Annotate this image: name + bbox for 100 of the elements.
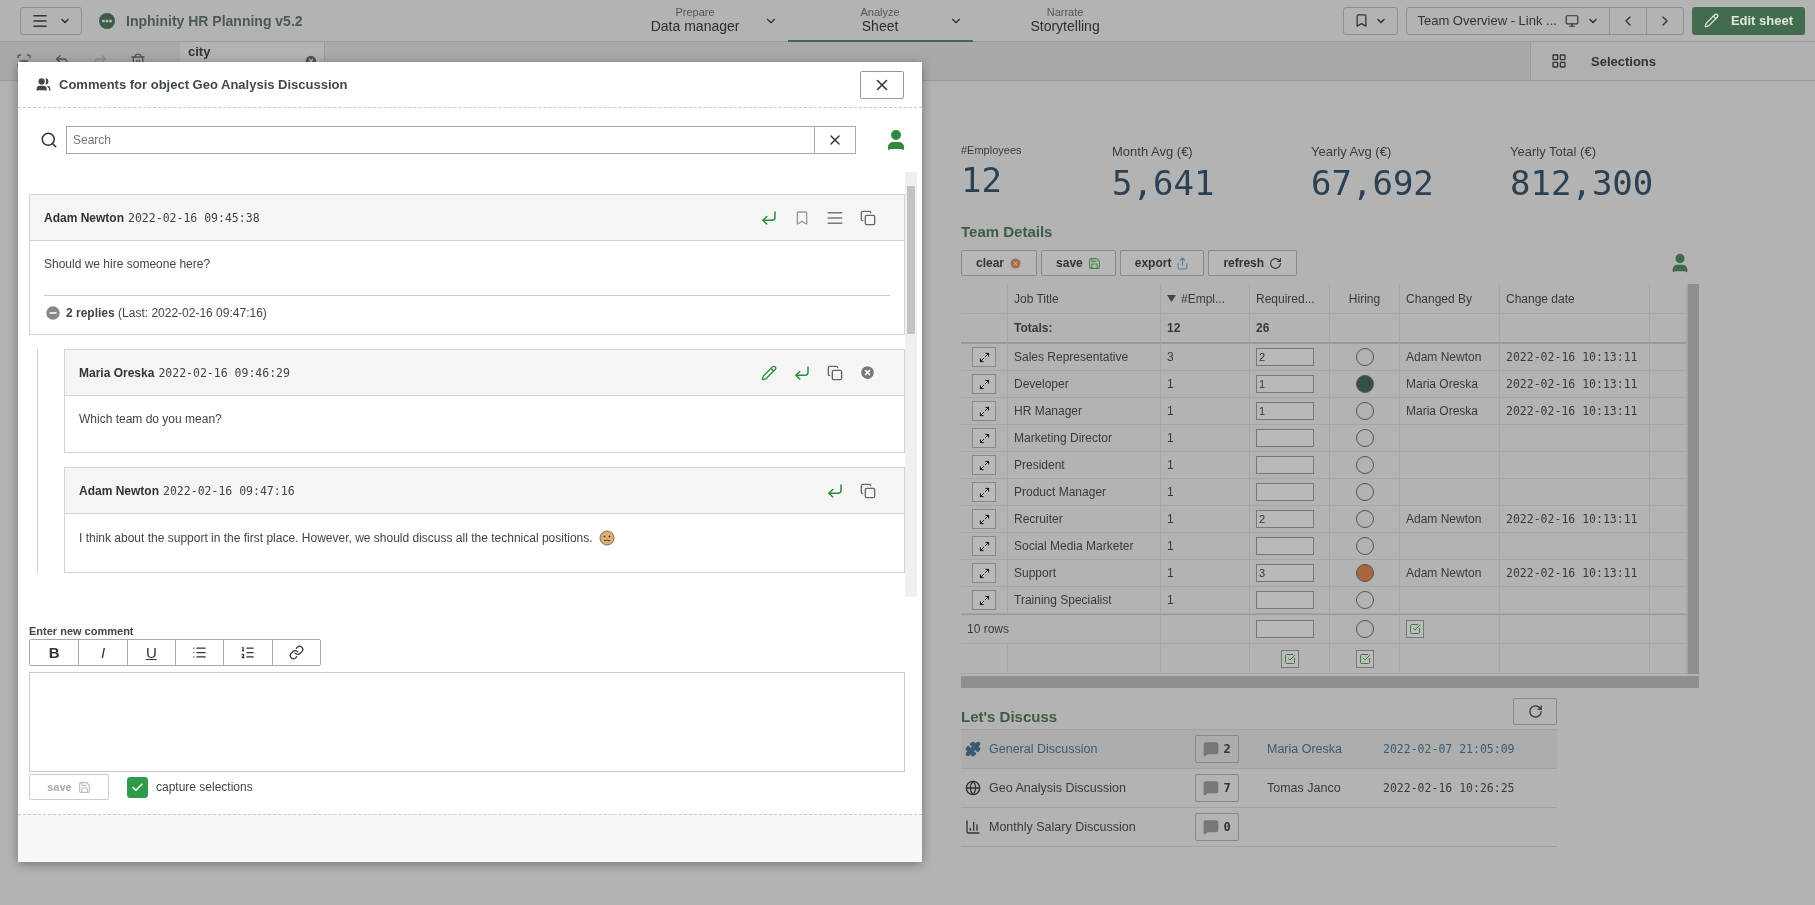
- expand-button[interactable]: [972, 563, 996, 583]
- comment-count-button[interactable]: 7: [1195, 774, 1239, 802]
- expand-button[interactable]: [972, 374, 996, 394]
- expand-button[interactable]: [972, 536, 996, 556]
- expand-button[interactable]: [972, 590, 996, 610]
- sort-icon: [1167, 295, 1176, 302]
- table-cell: 1: [1161, 479, 1250, 506]
- table-cell: [1650, 452, 1687, 479]
- delete-icon[interactable]: [859, 364, 876, 381]
- comment-time: 2022-02-16 09:47:16: [163, 483, 295, 498]
- reply-icon[interactable]: [793, 363, 811, 382]
- discussion-row[interactable]: Geo Analysis Discussion 7 Tomas Janco 2022-02-16 10:26:25: [961, 769, 1557, 808]
- bookmark-icon[interactable]: [794, 209, 810, 226]
- table-cell: 2022-02-16 10:13:11: [1500, 506, 1650, 533]
- action-button[interactable]: export: [1119, 250, 1205, 276]
- scrollbar[interactable]: [961, 676, 1699, 688]
- expand-button[interactable]: [972, 347, 996, 367]
- clear-search-button[interactable]: [814, 126, 856, 154]
- edit-icon[interactable]: [761, 364, 777, 381]
- required-field[interactable]: 1: [1256, 375, 1314, 393]
- capture-checkbox[interactable]: [127, 776, 148, 798]
- table-cell: Training Specialist: [1008, 587, 1161, 614]
- column-header[interactable]: #Empl...: [1161, 284, 1250, 314]
- reply-icon[interactable]: [826, 481, 844, 500]
- table-cell: 2022-02-16 10:13:11: [1500, 371, 1650, 398]
- windows-icon[interactable]: [860, 482, 876, 499]
- action-button[interactable]: refresh: [1208, 250, 1298, 276]
- expand-icon: [978, 567, 990, 579]
- required-field[interactable]: [1256, 456, 1314, 474]
- table-cell: 2022-02-16 10:13:11: [1500, 398, 1650, 425]
- hiring-dot[interactable]: [1355, 375, 1374, 393]
- action-button[interactable]: clear: [961, 250, 1038, 276]
- action-button[interactable]: save: [1041, 250, 1116, 276]
- column-header[interactable]: Changed By: [1400, 284, 1500, 314]
- refresh-icon: [1527, 704, 1543, 719]
- comment-text: Which team do you mean?: [79, 412, 223, 426]
- selection-tool-icon[interactable]: [16, 53, 32, 69]
- column-header[interactable]: Hiring: [1330, 284, 1400, 314]
- required-field[interactable]: [1256, 537, 1314, 555]
- required-field[interactable]: 2: [1256, 510, 1314, 528]
- pencil-icon: [1703, 13, 1719, 28]
- nav-tab[interactable]: Prepare Data manager: [602, 0, 788, 42]
- speech-bubble-icon: [1203, 819, 1220, 835]
- comment-author: Adam Newton: [79, 483, 159, 498]
- table-cell: 1: [1161, 587, 1250, 614]
- kpi-label: Yearly Avg (€): [1311, 144, 1393, 159]
- comment-count-button[interactable]: 2: [1195, 735, 1239, 763]
- search-field[interactable]: Search: [66, 126, 814, 154]
- totals-label: Totals:: [1008, 314, 1161, 344]
- required-field[interactable]: [1256, 429, 1314, 447]
- required-field[interactable]: [1256, 483, 1314, 501]
- discussion-row[interactable]: General Discussion 2 Maria Oreska 2022-02-07 21:05:09: [961, 730, 1557, 769]
- confirm-icon[interactable]: [1280, 649, 1299, 668]
- confirm-icon[interactable]: [1406, 620, 1424, 638]
- speech-bubble-icon: [1203, 780, 1220, 796]
- hiring-dot[interactable]: [1355, 564, 1374, 582]
- reply-icon[interactable]: [760, 208, 778, 227]
- table-cell: Adam Newton: [1400, 560, 1500, 587]
- column-header[interactable]: Required...: [1250, 284, 1330, 314]
- column-header[interactable]: Job Title: [1008, 284, 1161, 314]
- menu-button[interactable]: [20, 6, 82, 35]
- scrollbar[interactable]: [905, 172, 917, 597]
- windows-icon[interactable]: [860, 209, 876, 226]
- table-cell: [1650, 614, 1687, 644]
- nav-tab[interactable]: Narrate Storytelling: [972, 0, 1158, 42]
- comment-input[interactable]: [29, 672, 905, 772]
- column-header[interactable]: Change date: [1500, 284, 1650, 314]
- required-field[interactable]: 1: [1256, 402, 1314, 420]
- table-cell: [1650, 506, 1687, 533]
- discussion-title: Monthly Salary Discussion: [989, 820, 1136, 834]
- scrollbar[interactable]: [1687, 284, 1699, 674]
- comment-author: Adam Newton: [44, 210, 124, 225]
- bookmark-button[interactable]: [1343, 6, 1399, 35]
- discussion-row[interactable]: Monthly Salary Discussion 0: [961, 808, 1557, 847]
- table-cell: [1650, 425, 1687, 452]
- confirm-icon[interactable]: [1355, 649, 1374, 668]
- save-icon: [77, 780, 91, 794]
- edit-sheet-button[interactable]: Edit sheet: [1691, 6, 1805, 35]
- required-field[interactable]: 2: [1256, 348, 1314, 366]
- comment-count-button[interactable]: 0: [1195, 813, 1239, 841]
- expand-button[interactable]: [972, 455, 996, 475]
- comment-text: Should we hire someone here?: [44, 257, 212, 271]
- expand-button[interactable]: [972, 509, 996, 529]
- discussion-author: Maria Oreska: [1267, 742, 1344, 756]
- table-cell: [1650, 560, 1687, 587]
- required-field[interactable]: [1256, 620, 1314, 638]
- windows-icon[interactable]: [827, 364, 843, 381]
- scroll-thumb[interactable]: [907, 186, 915, 334]
- table-cell: 1: [1161, 371, 1250, 398]
- refresh-button[interactable]: [1513, 698, 1557, 725]
- link-button[interactable]: [271, 640, 320, 665]
- kpi-label: Month Avg (€): [1112, 144, 1194, 159]
- expand-button[interactable]: [972, 401, 996, 421]
- close-button[interactable]: [860, 70, 904, 99]
- required-field[interactable]: 3: [1256, 564, 1314, 582]
- expand-button[interactable]: [972, 428, 996, 448]
- logo-icon: [98, 11, 116, 30]
- selections-button[interactable]: Selections: [1530, 42, 1815, 80]
- expand-button[interactable]: [972, 482, 996, 502]
- required-field[interactable]: [1256, 591, 1314, 609]
